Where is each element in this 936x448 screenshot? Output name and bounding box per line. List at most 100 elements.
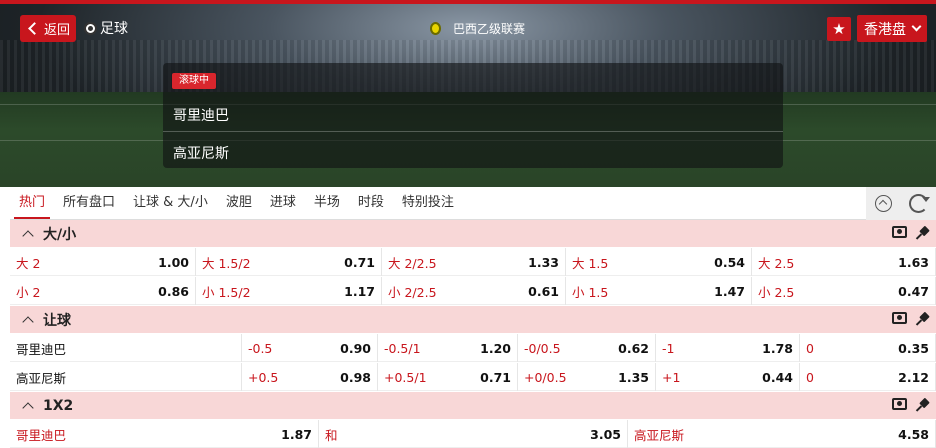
odds-label: 大 1.5: [572, 255, 609, 271]
odds-value: 1.33: [528, 254, 559, 270]
tab-periods[interactable]: 时段: [349, 186, 393, 219]
odds-value: 0.62: [618, 340, 649, 356]
back-button[interactable]: 返回: [20, 15, 76, 42]
odds-value: 0.98: [340, 369, 371, 385]
odds-value: 0.35: [898, 340, 929, 356]
favorite-button[interactable]: ★: [827, 17, 851, 41]
odds-cell[interactable]: +0.5 0.98: [242, 363, 378, 391]
odds-cell[interactable]: 小 2 0.86: [10, 277, 196, 305]
odds-row-over: 大 2 1.00 大 1.5/2 0.71 大 2/2.5 1.33 大 1.5 0.5…: [10, 248, 936, 276]
market-header-over-under[interactable]: 大/小: [10, 220, 936, 247]
handicap-team-name: 高亚尼斯: [10, 363, 242, 391]
refresh-button[interactable]: [901, 187, 936, 220]
odds-label: 小 2: [16, 284, 41, 300]
odds-label: +1: [662, 369, 681, 385]
pin-icon[interactable]: [916, 226, 930, 240]
odds-row-home: 哥里迪巴 -0.5 0.90 -0.5/1 1.20 -0/0.5 0.62 -1 1.…: [10, 334, 936, 362]
odds-value: 1.17: [344, 283, 375, 299]
collapse-all-button[interactable]: [866, 187, 901, 220]
odds-value: 1.63: [898, 254, 929, 270]
odds-label: 高亚尼斯: [634, 427, 685, 443]
odds-cell[interactable]: 小 1.5 1.47: [566, 277, 752, 305]
odds-cell[interactable]: -0/0.5 0.62: [518, 334, 656, 362]
odds-label: +0.5/1: [384, 369, 427, 385]
odds-value: 0.90: [340, 340, 371, 356]
odds-cell[interactable]: 小 2/2.5 0.61: [382, 277, 566, 305]
odds-value: 0.54: [714, 254, 745, 270]
odds-cell[interactable]: 大 2 1.00: [10, 248, 196, 276]
odds-cell[interactable]: 0 0.35: [800, 334, 936, 362]
chevron-up-icon[interactable]: [22, 315, 34, 328]
odds-cell[interactable]: 小 1.5/2 1.17: [196, 277, 382, 305]
odds-cell[interactable]: 大 2.5 1.63: [752, 248, 936, 276]
away-team-name: 高亚尼斯: [173, 146, 229, 162]
odds-cell[interactable]: -1 1.78: [656, 334, 800, 362]
odds-label: -0.5/1: [384, 340, 421, 356]
odds-cell[interactable]: +0/0.5 1.35: [518, 363, 656, 391]
odds-format-label: 香港盘: [864, 21, 906, 38]
odds-value: 2.12: [898, 369, 929, 385]
market-header-1x2[interactable]: 1X2: [10, 392, 936, 419]
refresh-icon: [909, 194, 930, 213]
odds-value: 3.05: [590, 426, 621, 442]
odds-value: 0.71: [480, 369, 511, 385]
odds-cell[interactable]: +1 0.44: [656, 363, 800, 391]
odds-cell[interactable]: 大 1.5/2 0.71: [196, 248, 382, 276]
odds-row-away: 高亚尼斯 +0.5 0.98 +0.5/1 0.71 +0/0.5 1.35 +1 0.…: [10, 363, 936, 391]
odds-label: 小 2.5: [758, 284, 795, 300]
odds-label: 大 1.5/2: [202, 255, 251, 271]
tab-half-time[interactable]: 半场: [305, 186, 349, 219]
odds-value: 1.20: [480, 340, 511, 356]
live-status-badge: 滚球中: [172, 73, 216, 89]
odds-label: 小 2/2.5: [388, 284, 437, 300]
odds-cell[interactable]: 大 2/2.5 1.33: [382, 248, 566, 276]
market-header-handicap[interactable]: 让球: [10, 306, 936, 333]
odds-value: 0.47: [898, 283, 929, 299]
odds-label: 大 2: [16, 255, 41, 271]
soccer-ball-icon: [84, 21, 97, 35]
team-divider: [163, 131, 783, 132]
chevron-up-icon[interactable]: [22, 229, 34, 242]
odds-cell[interactable]: +0.5/1 0.71: [378, 363, 518, 391]
odds-label: 和: [325, 427, 338, 443]
odds-value: 1.35: [618, 369, 649, 385]
odds-cell[interactable]: 0 2.12: [800, 363, 936, 391]
chevron-up-icon[interactable]: [22, 401, 34, 414]
star-icon: ★: [832, 20, 846, 38]
pin-icon[interactable]: [916, 398, 930, 412]
tab-all-markets[interactable]: 所有盘口: [54, 186, 124, 219]
tab-handicap-ou[interactable]: 让球 & 大/小: [124, 186, 217, 219]
odds-format-select[interactable]: 香港盘: [857, 15, 927, 42]
odds-label: 0: [806, 340, 814, 356]
market-tabs: 热门 所有盘口 让球 & 大/小 波胆 进球 半场 时段 特别投注: [10, 187, 936, 220]
market-title: 1X2: [43, 397, 74, 414]
tab-specials[interactable]: 特别投注: [393, 186, 463, 219]
league-text: 巴西乙级联赛: [453, 22, 526, 36]
handicap-team-name: 哥里迪巴: [10, 334, 242, 362]
tab-goals[interactable]: 进球: [261, 186, 305, 219]
odds-label: 哥里迪巴: [16, 427, 67, 443]
odds-value: 1.47: [714, 283, 745, 299]
screen-icon[interactable]: [892, 312, 907, 324]
tab-correct-score[interactable]: 波胆: [217, 186, 261, 219]
league-title: 巴西乙级联赛: [430, 20, 525, 37]
tab-hot[interactable]: 热门: [10, 186, 54, 219]
odds-value: 1.00: [158, 254, 189, 270]
odds-cell[interactable]: 大 1.5 0.54: [566, 248, 752, 276]
collapse-circle-icon: [875, 195, 892, 212]
odds-label: -1: [662, 340, 675, 356]
odds-label: 大 2.5: [758, 255, 795, 271]
odds-cell[interactable]: -0.5/1 1.20: [378, 334, 518, 362]
screen-icon[interactable]: [892, 398, 907, 410]
pin-icon[interactable]: [916, 312, 930, 326]
odds-cell[interactable]: -0.5 0.90: [242, 334, 378, 362]
screen-icon[interactable]: [892, 226, 907, 238]
odds-value: 0.71: [344, 254, 375, 270]
odds-cell[interactable]: 小 2.5 0.47: [752, 277, 936, 305]
odds-label: 小 1.5/2: [202, 284, 251, 300]
sport-label: 足球: [84, 18, 128, 38]
odds-label: -0/0.5: [524, 340, 561, 356]
odds-value: 4.58: [898, 426, 929, 442]
market-title: 让球: [43, 312, 71, 329]
chevron-left-icon: [28, 22, 41, 35]
